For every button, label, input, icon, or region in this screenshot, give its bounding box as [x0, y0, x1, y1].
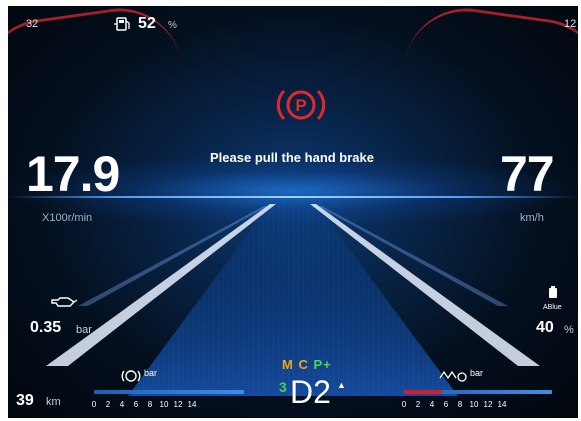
gear-mode: M C P+ — [282, 357, 332, 372]
gear-mode-m: M — [282, 357, 294, 372]
scale-tick: 4 — [119, 400, 125, 409]
scale-tick: 10 — [159, 400, 169, 409]
scale-tick: 2 — [105, 400, 111, 409]
air-brake-bar — [94, 390, 244, 394]
svg-text:P: P — [295, 96, 306, 115]
scale-tick: 12 — [483, 400, 493, 409]
top-right-number: 12 — [564, 18, 577, 30]
scale-tick: 14 — [187, 400, 197, 409]
scale-tick: 12 — [173, 400, 183, 409]
gear-main: D2 — [290, 374, 331, 410]
adblue-value: 40 — [536, 319, 554, 336]
scale-tick: 8 — [147, 400, 153, 409]
odometer-value: 39 — [16, 392, 34, 409]
scale-tick: 14 — [497, 400, 507, 409]
fuel-percent: 52 — [138, 15, 156, 32]
parking-brake-icon: P — [276, 89, 326, 121]
odometer-unit: km — [46, 396, 61, 408]
gear-sub: 3 — [279, 379, 287, 395]
air-brake-icon — [121, 370, 141, 382]
scale-tick: 2 — [415, 400, 421, 409]
adblue-unit: % — [564, 324, 574, 336]
instrument-cluster: 32 52 % 12 P Please pull the hand brake … — [8, 6, 578, 418]
gear-up-arrow-icon: ▲ — [337, 380, 346, 390]
fuel-icon — [114, 17, 130, 31]
top-left-number: 32 — [26, 18, 39, 30]
speed-value: 77 — [500, 146, 555, 202]
alert-message: Please pull the hand brake — [210, 150, 374, 165]
oil-pressure-value: 0.35 — [30, 319, 62, 336]
air-suspension-icon — [439, 370, 467, 382]
air-suspension-bar-red — [404, 390, 442, 394]
adblue-icon-label: ABlue — [543, 304, 562, 311]
scale-tick: 8 — [457, 400, 463, 409]
scale-tick: 0 — [91, 400, 97, 409]
air-suspension-unit: bar — [470, 368, 484, 378]
oil-pressure-icon — [51, 297, 78, 307]
scale-tick: 0 — [401, 400, 407, 409]
scale-tick: 4 — [429, 400, 435, 409]
rpm-unit: X100r/min — [42, 212, 93, 224]
air-brake-scale: 0 2 4 6 8 10 12 14 — [87, 400, 199, 409]
speed-unit: km/h — [520, 212, 544, 224]
gear-mode-c: C — [298, 357, 309, 372]
rpm-value: 17.9 — [26, 146, 120, 202]
fuel-percent-unit: % — [168, 20, 177, 31]
scale-tick: 10 — [469, 400, 479, 409]
scale-tick: 6 — [443, 400, 449, 409]
gear-mode-p: P+ — [313, 357, 332, 372]
air-suspension-scale: 0 2 4 6 8 10 12 14 — [397, 400, 509, 409]
air-brake-unit: bar — [144, 368, 158, 378]
oil-pressure-unit: bar — [76, 324, 92, 336]
scale-tick: 6 — [133, 400, 139, 409]
adblue-icon — [549, 286, 557, 298]
